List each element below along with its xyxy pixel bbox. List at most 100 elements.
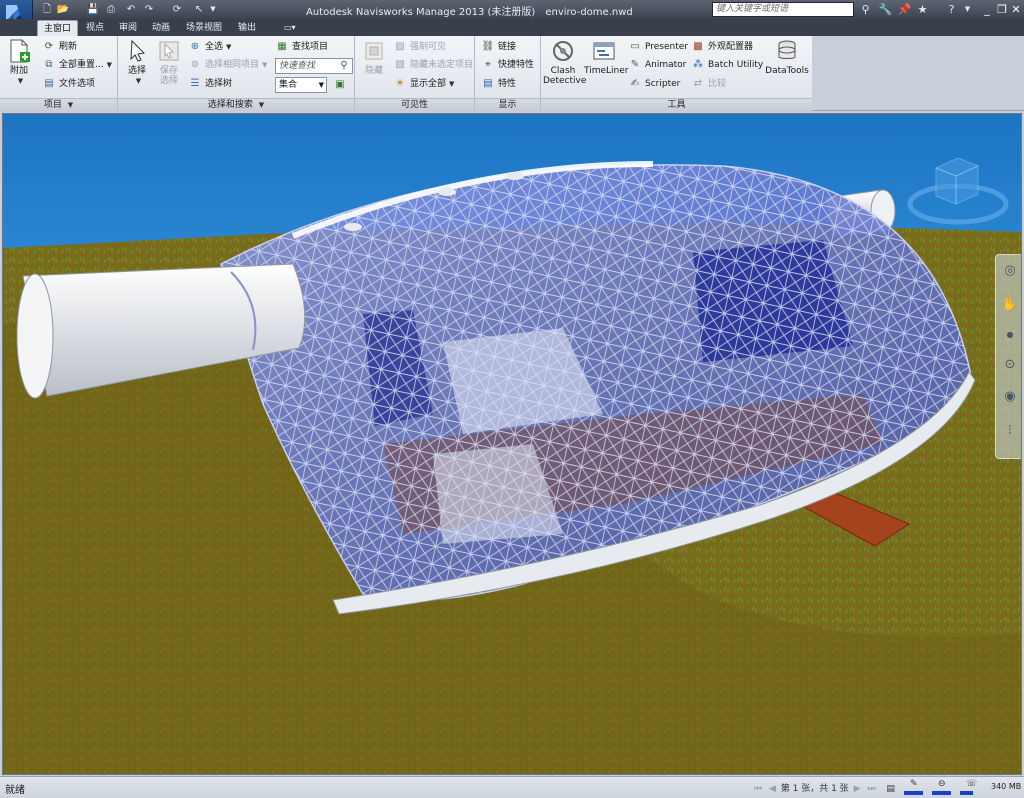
scripter-icon: ✍ — [630, 77, 640, 89]
presenter-button[interactable]: ▭ Presenter — [628, 39, 688, 56]
properties-button[interactable]: ▤ 特性 — [481, 76, 516, 93]
next-sheet-icon[interactable]: ▶ — [854, 784, 861, 794]
unhide-all-label: 显示全部 — [410, 79, 447, 89]
file-options-button[interactable]: ▤ 文件选项 — [42, 76, 95, 93]
reset-icon: ⧉ — [45, 58, 53, 70]
save-icon[interactable]: 💾 — [86, 3, 100, 16]
manage-sets-button[interactable]: ▣ — [333, 77, 350, 94]
select-same-button[interactable]: ⊚ 选择相同项目 ▼ — [188, 57, 268, 74]
selection-tree-button[interactable]: ☰ 选择树 — [188, 76, 233, 93]
tab-output[interactable]: 输出 — [232, 20, 262, 36]
minimize-button[interactable]: _ — [980, 2, 994, 17]
clash-detective-icon — [553, 41, 573, 61]
batch-utility-button[interactable]: ⁂ Batch Utility — [691, 57, 763, 74]
sets-dropdown[interactable]: 集合 ▼ — [275, 77, 327, 93]
save-selection-button[interactable]: 保存选择 — [154, 38, 184, 86]
redo-icon[interactable]: ↷ — [142, 3, 156, 16]
status-bar: 就绪 ⏮ ◀ 第 1 张，共 1 张 ▶ ⏭ ▤ ✎ ⊖ ☏ 340 MB — [0, 776, 1024, 798]
select-same-label: 选择相同项目 — [205, 60, 260, 70]
search-icon[interactable]: ⚲ — [337, 59, 351, 73]
links-button[interactable]: ⛓ 链接 — [481, 39, 516, 56]
previous-sheet-icon[interactable]: ◀ — [769, 784, 776, 794]
tab-viewpoint[interactable]: 视点 — [80, 20, 110, 36]
project-panel-title[interactable]: 项目 ▼ — [0, 98, 117, 111]
refresh-icon[interactable]: ⟳ — [170, 3, 184, 16]
presenter-label: Presenter — [645, 42, 689, 52]
compare-button[interactable]: ⇄ 比较 — [691, 76, 726, 93]
tools-panel: Clash Detective TimeLiner ▭ Presenter ✎ An… — [541, 36, 812, 111]
restore-button[interactable]: ❐ — [995, 2, 1009, 17]
customize-icon[interactable]: ▼ — [206, 3, 220, 16]
select-all-label: 全选 — [205, 42, 224, 52]
require-label: 强制可见 — [410, 42, 447, 52]
tab-animation[interactable]: 动画 — [146, 20, 176, 36]
quick-properties-button[interactable]: ⌖ 快捷特性 — [481, 57, 534, 74]
tab-home[interactable]: 主窗口 — [37, 20, 79, 36]
scene-viewport[interactable]: ◎ ✋ ● ⊙ ◉ ⁝ — [2, 113, 1022, 775]
animator-label: Animator — [645, 60, 687, 70]
timeliner-icon — [593, 42, 615, 60]
print-icon[interactable]: ⎙ — [104, 3, 118, 16]
left-vent-opening — [16, 273, 54, 399]
timeliner-button[interactable]: TimeLiner — [584, 38, 628, 76]
wrench-icon[interactable]: 🔧 — [878, 2, 893, 17]
dome-model-scene[interactable] — [3, 114, 1022, 775]
clash-detective-label: Clash Detective — [543, 66, 587, 86]
quick-props-label: 快捷特性 — [498, 60, 535, 70]
look-around-icon[interactable]: ◉ — [1000, 387, 1020, 407]
ribbon: 附加 ▼ ⟳ 刷新 ⧉ 全部重置... ▼ ▤ 文件选项 项目 ▼ 选择 ▼ 保存选择 — [0, 36, 812, 111]
steering-wheel-icon[interactable]: ◎ — [1000, 261, 1020, 281]
tab-view[interactable]: 场景视图 — [180, 20, 228, 36]
sets-label: 集合 — [279, 80, 298, 90]
sheet-browser-icon[interactable]: ▤ — [886, 784, 895, 794]
unhide-all-button[interactable]: ☀ 显示全部 ▼ — [393, 76, 455, 93]
orbit-icon[interactable]: ⊙ — [1000, 355, 1020, 375]
zoom-dot-icon[interactable]: ● — [1000, 325, 1020, 345]
last-sheet-icon[interactable]: ⏭ — [867, 784, 875, 794]
select-all-button[interactable]: ⊕ 全选 ▼ — [188, 39, 232, 56]
chevron-down-icon: ▼ — [262, 61, 268, 69]
disk-icon: ⊖ — [938, 779, 946, 789]
star-icon[interactable]: ★ — [915, 2, 930, 17]
help-search-input[interactable]: 键入关键字或短语 — [712, 2, 854, 17]
close-button[interactable]: ✕ — [1009, 2, 1023, 17]
pin-icon[interactable]: 📌 — [897, 2, 912, 17]
undo-icon[interactable]: ↶ — [124, 3, 138, 16]
find-items-button[interactable]: ▦ 查找项目 — [275, 39, 328, 56]
new-icon[interactable]: 🗋 — [40, 3, 54, 16]
disk-progress-bar — [932, 791, 951, 795]
help-icon[interactable]: ? — [944, 2, 959, 17]
refresh-button[interactable]: ⟳ 刷新 — [42, 39, 77, 56]
reset-all-button[interactable]: ⧉ 全部重置... ▼ — [42, 57, 112, 74]
pan-hand-icon[interactable]: ✋ — [1000, 295, 1020, 315]
hide-unselected-button[interactable]: ▧ 隐藏未选定项目 — [393, 57, 473, 74]
hide-button[interactable]: 隐藏 — [359, 38, 389, 76]
tools-panel-title: 工具 — [541, 98, 812, 111]
datatools-label: DataTools — [765, 66, 809, 76]
datatools-button[interactable]: DataTools — [765, 38, 809, 76]
web-server-bar — [960, 791, 974, 795]
open-icon[interactable]: 📂 — [56, 3, 70, 16]
require-button[interactable]: ▨ 强制可见 — [393, 39, 446, 56]
save-selection-icon — [159, 41, 179, 61]
binoculars-icon[interactable]: ⚲ — [858, 2, 873, 17]
select-icon[interactable]: ↖ — [192, 3, 206, 16]
walk-icon[interactable]: ⁝ — [1000, 421, 1020, 441]
tab-extra-icon[interactable]: ▭▾ — [278, 20, 302, 36]
refresh-label: 刷新 — [59, 42, 78, 52]
animator-button[interactable]: ✎ Animator — [628, 57, 687, 74]
appearance-profiler-icon: ▩ — [693, 40, 703, 52]
select-search-panel-title[interactable]: 选择和搜索 ▼ — [118, 98, 354, 111]
viewcube-box-icon[interactable] — [935, 157, 979, 205]
select-button[interactable]: 选择 ▼ — [122, 38, 152, 86]
sheet-navigator: ⏮ ◀ 第 1 张，共 1 张 ▶ ⏭ ▤ — [752, 781, 895, 794]
tab-review[interactable]: 审阅 — [113, 20, 143, 36]
clash-detective-button[interactable]: Clash Detective — [543, 38, 587, 86]
scripter-button[interactable]: ✍ Scripter — [628, 76, 681, 93]
first-sheet-icon[interactable]: ⏮ — [754, 784, 762, 794]
appearance-profiler-button[interactable]: ▩ 外观配置器 — [691, 39, 753, 56]
help-dropdown-icon[interactable]: ▼ — [960, 2, 975, 17]
add-button[interactable]: 附加 ▼ — [4, 38, 34, 86]
viewcube[interactable] — [906, 154, 1010, 226]
skylight-1 — [344, 223, 362, 231]
